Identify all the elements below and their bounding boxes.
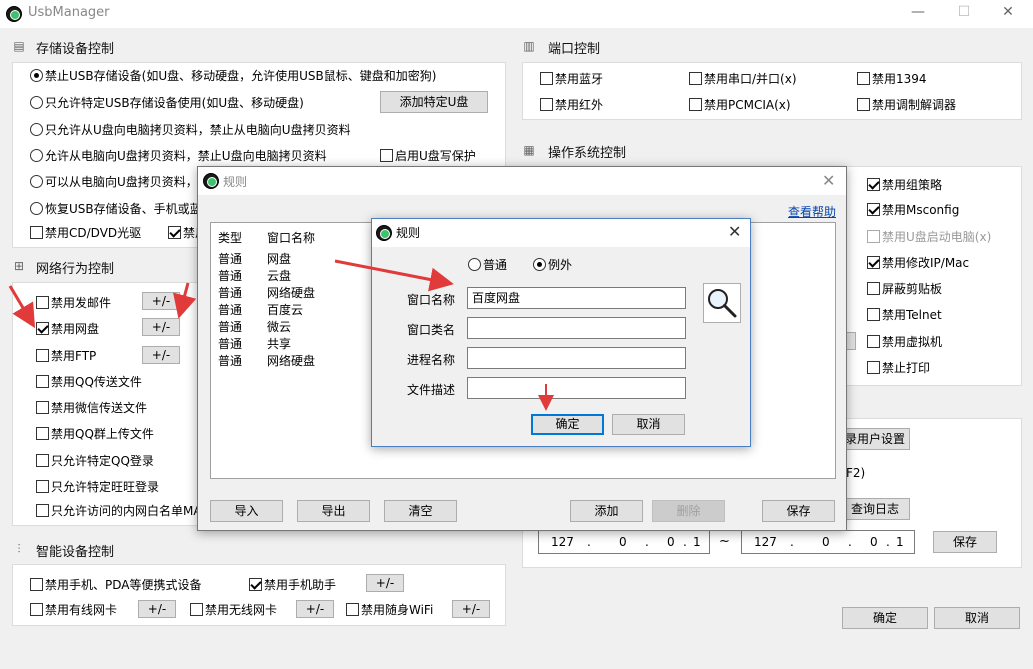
arrow-to-window-name [334, 259, 454, 292]
annotation-arrows [8, 259, 554, 411]
arrow-to-netdisk-button [173, 282, 197, 319]
arrow-to-netdisk-checkbox [8, 285, 36, 329]
